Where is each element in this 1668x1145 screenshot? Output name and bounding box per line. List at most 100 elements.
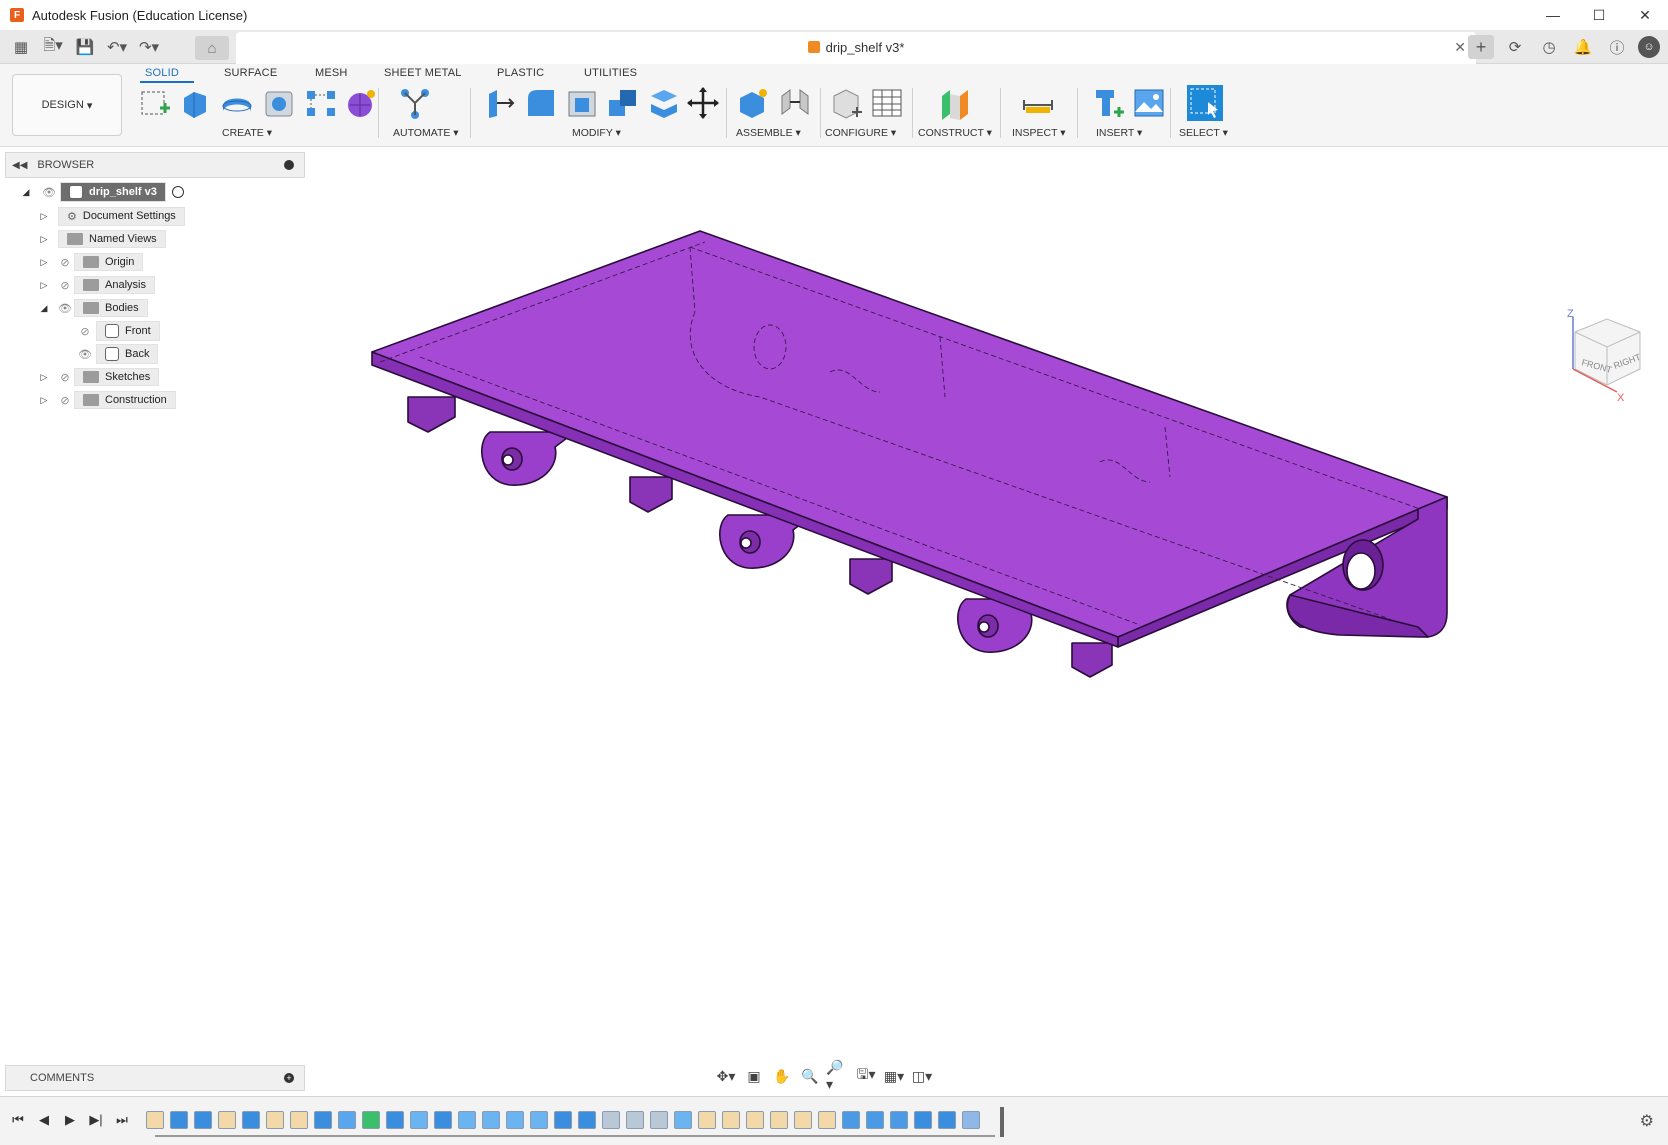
timeline-shell-icon[interactable] bbox=[650, 1111, 668, 1129]
new-tab-icon[interactable]: + bbox=[1468, 35, 1494, 59]
pattern-icon[interactable] bbox=[304, 86, 338, 120]
go-to-end-icon[interactable]: ⏭ bbox=[114, 1111, 130, 1129]
tab-solid[interactable]: SOLID bbox=[145, 67, 179, 79]
tab-mesh[interactable]: MESH bbox=[315, 67, 348, 79]
timeline-extrude-icon[interactable] bbox=[578, 1111, 596, 1129]
offset-plane-icon[interactable] bbox=[938, 86, 972, 120]
collapsed-triangle-icon[interactable]: ▷ bbox=[38, 256, 50, 268]
user-avatar[interactable]: ☺ bbox=[1638, 36, 1660, 58]
pan-hand-icon[interactable]: ✋ bbox=[770, 1065, 794, 1087]
step-back-icon[interactable]: ◀ bbox=[36, 1111, 52, 1129]
tree-item-origin[interactable]: ▷ ⊘ Origin bbox=[38, 252, 144, 272]
tree-item-construction[interactable]: ▷ ⊘ Construction bbox=[38, 390, 176, 410]
close-tab-icon[interactable]: ✕ bbox=[1454, 39, 1466, 56]
visibility-eye-icon[interactable]: 👁 bbox=[76, 348, 94, 361]
group-create[interactable]: CREATE ▾ bbox=[222, 127, 272, 139]
group-select[interactable]: SELECT ▾ bbox=[1179, 127, 1228, 139]
collapsed-triangle-icon[interactable]: ▷ bbox=[38, 394, 50, 406]
browser-panel-header[interactable]: ◀◀ BROWSER bbox=[5, 152, 305, 178]
press-pull-icon[interactable] bbox=[483, 86, 517, 120]
expanded-triangle-icon[interactable]: ◢ bbox=[38, 302, 50, 314]
collapse-panel-icon[interactable]: ◀◀ bbox=[12, 160, 27, 171]
visibility-eye-icon[interactable]: 👁 bbox=[40, 186, 58, 199]
revolve-icon[interactable] bbox=[220, 86, 254, 120]
hole-icon[interactable] bbox=[262, 86, 296, 120]
timeline-extrude-icon[interactable] bbox=[242, 1111, 260, 1129]
visibility-eye-icon[interactable]: 👁 bbox=[56, 302, 74, 315]
hidden-eye-icon[interactable]: ⊘ bbox=[76, 325, 94, 338]
timeline-extrude-icon[interactable] bbox=[314, 1111, 332, 1129]
workspace-switcher[interactable]: DESIGN ▾ bbox=[12, 74, 122, 136]
drip-shelf-model[interactable] bbox=[0, 147, 1668, 1095]
tab-utilities[interactable]: UTILITIES bbox=[584, 67, 637, 79]
timeline-marker[interactable] bbox=[1000, 1107, 1004, 1137]
configuration-table-icon[interactable] bbox=[870, 86, 904, 120]
close-window-icon[interactable]: ✕ bbox=[1622, 0, 1668, 30]
timeline-extrude-icon[interactable] bbox=[938, 1111, 956, 1129]
minimize-icon[interactable]: — bbox=[1530, 0, 1576, 30]
insert-canvas-icon[interactable] bbox=[1132, 86, 1166, 120]
group-insert[interactable]: INSERT ▾ bbox=[1096, 127, 1142, 139]
file-menu-icon[interactable]: 🗎▾ bbox=[40, 36, 66, 58]
timeline-sketch-icon[interactable] bbox=[698, 1111, 716, 1129]
select-icon[interactable] bbox=[1186, 84, 1224, 122]
tree-item-named-views[interactable]: ▷ Named Views bbox=[38, 229, 166, 249]
go-to-start-icon[interactable]: ⏮ bbox=[10, 1111, 26, 1129]
view-cube[interactable]: FRONT RIGHT Z X bbox=[1545, 307, 1645, 407]
new-component-icon[interactable] bbox=[736, 86, 770, 120]
timeline-extrude-icon[interactable] bbox=[914, 1111, 932, 1129]
tab-plastic[interactable]: PLASTIC bbox=[497, 67, 544, 79]
group-assemble[interactable]: ASSEMBLE ▾ bbox=[736, 127, 801, 139]
display-settings-icon[interactable]: 🖫▾ bbox=[854, 1065, 878, 1087]
tree-item-analysis[interactable]: ▷ ⊘ Analysis bbox=[38, 275, 155, 295]
timeline-sketch-icon[interactable] bbox=[722, 1111, 740, 1129]
timeline-fillet-icon[interactable] bbox=[482, 1111, 500, 1129]
timeline-fillet-icon[interactable] bbox=[674, 1111, 692, 1129]
collapsed-triangle-icon[interactable]: ▷ bbox=[38, 233, 50, 245]
activate-component-icon[interactable] bbox=[171, 186, 184, 198]
timeline-sketch-icon[interactable] bbox=[770, 1111, 788, 1129]
play-icon[interactable]: ▶ bbox=[62, 1111, 78, 1129]
timeline-extrude-icon[interactable] bbox=[170, 1111, 188, 1129]
timeline-sketch-icon[interactable] bbox=[266, 1111, 284, 1129]
timeline-fillet-icon[interactable] bbox=[506, 1111, 524, 1129]
timeline-extrude-icon[interactable] bbox=[194, 1111, 212, 1129]
tree-item-body-back[interactable]: 👁 Back bbox=[76, 344, 159, 364]
timeline-sketch-icon[interactable] bbox=[794, 1111, 812, 1129]
timeline-fillet-icon[interactable] bbox=[530, 1111, 548, 1129]
timeline-sketch-icon[interactable] bbox=[818, 1111, 836, 1129]
tab-surface[interactable]: SURFACE bbox=[224, 67, 277, 79]
expanded-triangle-icon[interactable]: ◢ bbox=[20, 186, 32, 198]
combine-icon[interactable] bbox=[606, 86, 640, 120]
split-body-icon[interactable] bbox=[647, 86, 681, 120]
grid-menu-icon[interactable]: ▦ bbox=[8, 36, 34, 58]
document-tab[interactable]: drip_shelf v3* ✕ bbox=[236, 32, 1476, 64]
collapsed-triangle-icon[interactable]: ▷ bbox=[38, 371, 50, 383]
sync-icon[interactable]: ⟳ bbox=[1502, 35, 1528, 59]
step-forward-icon[interactable]: ▶| bbox=[88, 1111, 104, 1129]
viewports-icon[interactable]: ◫▾ bbox=[910, 1065, 934, 1087]
timeline-split-icon[interactable] bbox=[866, 1111, 884, 1129]
group-automate[interactable]: AUTOMATE ▾ bbox=[393, 127, 459, 139]
tab-sheet-metal[interactable]: SHEET METAL bbox=[384, 67, 462, 79]
panel-minimize-icon[interactable] bbox=[284, 160, 294, 170]
hidden-eye-icon[interactable]: ⊘ bbox=[56, 394, 74, 407]
move-copy-icon[interactable] bbox=[686, 86, 720, 120]
save-icon[interactable]: 💾 bbox=[72, 36, 98, 58]
hidden-eye-icon[interactable]: ⊘ bbox=[56, 371, 74, 384]
group-configure[interactable]: CONFIGURE ▾ bbox=[825, 127, 896, 139]
timeline-plane-icon[interactable] bbox=[362, 1111, 380, 1129]
joint-icon[interactable] bbox=[778, 86, 812, 120]
fit-zoom-icon[interactable]: 🔎▾ bbox=[826, 1059, 850, 1092]
timeline-revolve-icon[interactable] bbox=[338, 1111, 356, 1129]
timeline-combine-icon[interactable] bbox=[962, 1111, 980, 1129]
redo-icon[interactable]: ↷▾ bbox=[136, 36, 162, 58]
timeline-shell-icon[interactable] bbox=[602, 1111, 620, 1129]
hidden-eye-icon[interactable]: ⊘ bbox=[56, 279, 74, 292]
tree-item-bodies[interactable]: ◢ 👁 Bodies bbox=[38, 298, 148, 318]
insert-derive-icon[interactable] bbox=[1092, 86, 1126, 120]
job-status-icon[interactable]: ◷ bbox=[1536, 35, 1562, 59]
grid-settings-icon[interactable]: ▦▾ bbox=[882, 1065, 906, 1087]
add-comment-icon[interactable]: + bbox=[284, 1073, 294, 1083]
timeline-extrude-icon[interactable] bbox=[434, 1111, 452, 1129]
